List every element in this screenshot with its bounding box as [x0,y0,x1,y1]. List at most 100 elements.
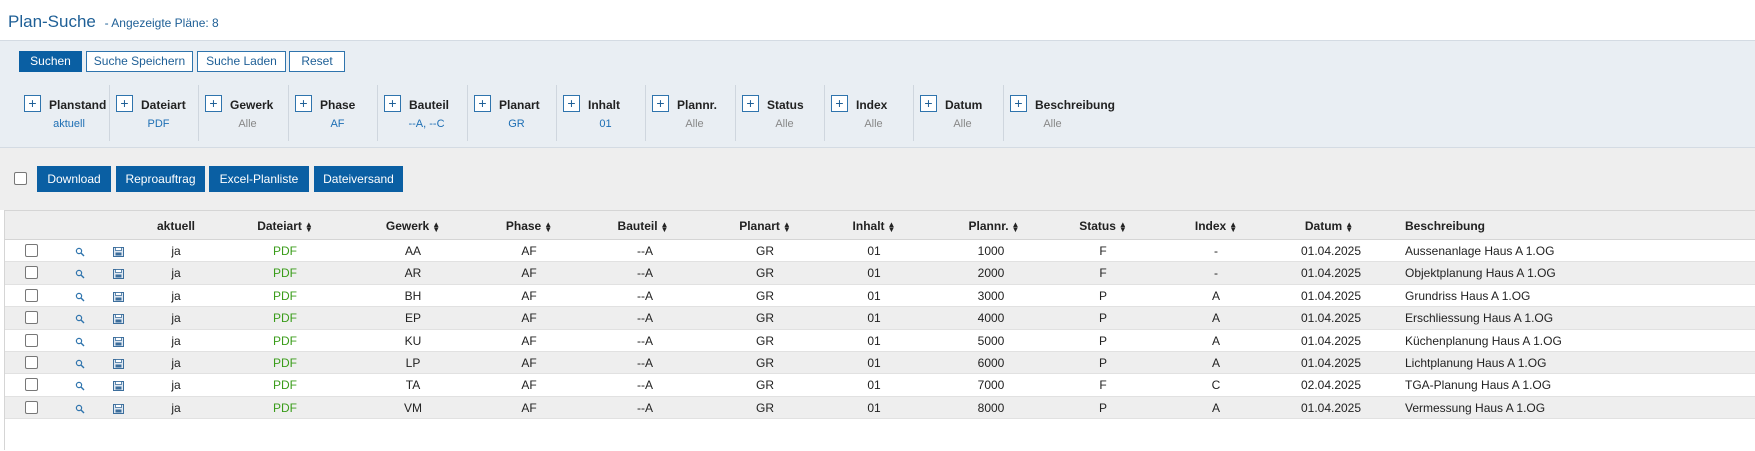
filter-10[interactable]: + Datum Alle [913,85,1003,141]
floppy-disk-icon[interactable] [113,336,124,347]
select-all-checkbox[interactable] [14,172,27,185]
table-row[interactable]: ja PDF AR AF --A GR 01 2000 F - 01.04.2025 Objektpl… [5,262,1755,285]
magnifier-icon[interactable] [75,246,85,257]
load-search-button[interactable]: Suche Laden [197,51,286,72]
row-checkbox[interactable] [25,288,38,302]
table-row[interactable]: ja PDF BH AF --A GR 01 3000 P A 01.04.2025 Grundris… [5,285,1755,308]
sort-arrows-icon[interactable]: ▲ ▼ [888,220,896,233]
filter-value[interactable]: Alle [831,118,916,130]
filter-6[interactable]: + Inhalt 01 [556,85,645,141]
filter-value[interactable]: 01 [563,118,648,130]
table-row[interactable]: ja PDF KU AF --A GR 01 5000 P A 01.04.2025 Küchenpl… [5,330,1755,352]
sort-arrows-icon[interactable]: ▲ ▼ [544,220,552,233]
filter-expand-icon[interactable]: + [205,95,222,112]
excel-planliste-button[interactable]: Excel-Planliste [209,166,309,192]
row-checkbox[interactable] [25,244,38,257]
download-button[interactable]: Download [37,166,111,192]
filter-1[interactable]: + Dateiart PDF [109,85,198,141]
sort-arrows-icon[interactable]: ▲ ▼ [1012,220,1020,233]
table-row[interactable]: ja PDF AA AF --A GR 01 1000 F - 01.04.2025 Aussenan… [5,240,1755,263]
magnifier-icon[interactable] [75,291,85,302]
column-header[interactable]: Planart ▲ ▼ [739,219,791,233]
cell-bauteil: --A [637,311,653,326]
filter-expand-icon[interactable]: + [295,95,312,112]
column-header[interactable]: Inhalt ▲ ▼ [853,219,896,233]
filter-expand-icon[interactable]: + [384,95,401,112]
column-header[interactable]: Phase ▲ ▼ [506,219,552,233]
reset-button[interactable]: Reset [289,51,345,72]
row-checkbox[interactable] [25,333,38,347]
sort-arrows-icon[interactable]: ▲ ▼ [1345,220,1353,233]
filter-expand-icon[interactable]: + [920,95,937,112]
sort-arrows-icon[interactable]: ▲ ▼ [432,220,440,233]
table-row[interactable]: ja PDF TA AF --A GR 01 7000 F C 02.04.2025 TGA-Plan… [5,374,1755,397]
save-search-button[interactable]: Suche Speichern [86,51,193,72]
dateiversand-button[interactable]: Dateiversand [314,166,403,192]
column-header[interactable]: Index ▲ ▼ [1195,219,1237,233]
column-header[interactable]: Bauteil ▲ ▼ [618,219,669,233]
filter-expand-icon[interactable]: + [24,95,41,112]
filter-5[interactable]: + Planart GR [467,85,556,141]
magnifier-icon[interactable] [75,268,85,279]
row-checkbox[interactable] [25,311,38,325]
floppy-disk-icon[interactable] [113,246,124,257]
filter-8[interactable]: + Status Alle [735,85,824,141]
column-header[interactable]: Gewerk ▲ ▼ [386,219,440,233]
floppy-disk-icon[interactable] [113,291,124,302]
filter-value[interactable]: Alle [205,118,290,130]
filter-11[interactable]: + Beschreibung Alle [1003,85,1123,141]
filter-4[interactable]: + Bauteil --A, --C [377,85,467,141]
filter-expand-icon[interactable]: + [116,95,133,112]
floppy-disk-icon[interactable] [113,268,124,280]
filter-value[interactable]: Alle [652,118,737,130]
magnifier-icon[interactable] [75,336,85,347]
column-header[interactable]: Status ▲ ▼ [1079,219,1127,233]
floppy-disk-icon[interactable] [113,313,124,325]
filter-3[interactable]: + Phase AF [288,85,377,141]
filter-value[interactable]: Alle [742,118,827,130]
filter-value[interactable]: --A, --C [384,118,469,130]
filter-value[interactable]: Alle [1010,118,1095,130]
filter-7[interactable]: + Plannr. Alle [645,85,735,141]
filter-value[interactable]: PDF [116,118,201,130]
floppy-disk-icon[interactable] [113,358,124,369]
magnifier-icon[interactable] [75,380,85,391]
magnifier-icon[interactable] [75,358,85,369]
column-header[interactable]: Plannr. ▲ ▼ [969,219,1020,233]
filter-expand-icon[interactable]: + [742,95,759,112]
row-checkbox[interactable] [25,400,38,414]
filter-expand-icon[interactable]: + [563,95,580,112]
sort-arrows-icon[interactable]: ▲ ▼ [661,220,669,233]
filter-value[interactable]: GR [474,118,559,130]
row-checkbox[interactable] [25,378,38,392]
table-row[interactable]: ja PDF LP AF --A GR 01 6000 P A 01.04.2025 Lichtpla… [5,352,1755,375]
table-row[interactable]: ja PDF EP AF --A GR 01 4000 P A 01.04.2025 Erschlie… [5,307,1755,330]
row-checkbox[interactable] [25,266,38,280]
filter-value[interactable]: AF [295,118,380,130]
row-checkbox[interactable] [25,356,38,369]
search-button[interactable]: Suchen [19,51,82,72]
sort-arrows-icon[interactable]: ▲ ▼ [783,220,791,233]
filter-9[interactable]: + Index Alle [824,85,913,141]
cell-gewerk: LP [405,356,421,370]
floppy-disk-icon[interactable] [113,380,124,392]
filter-value[interactable]: Alle [920,118,1005,130]
sort-arrows-icon[interactable]: ▲ ▼ [1119,220,1127,233]
cell-aktuell: ja [171,400,181,415]
sort-arrows-icon[interactable]: ▲ ▼ [305,220,313,233]
reproauftrag-button[interactable]: Reproauftrag [116,166,205,192]
floppy-disk-icon[interactable] [113,403,124,414]
filter-value[interactable]: aktuell [24,118,114,130]
filter-0[interactable]: + Planstand aktuell [24,85,115,141]
magnifier-icon[interactable] [75,403,85,414]
filter-expand-icon[interactable]: + [831,95,848,112]
filter-expand-icon[interactable]: + [474,95,491,112]
magnifier-icon[interactable] [75,313,85,324]
table-row[interactable]: ja PDF VM AF --A GR 01 8000 P A 01.04.2025 Vermessu… [5,396,1755,420]
sort-arrows-icon[interactable]: ▲ ▼ [1229,220,1237,233]
column-header[interactable]: Dateiart ▲ ▼ [257,219,313,233]
filter-expand-icon[interactable]: + [1010,95,1027,112]
column-header[interactable]: Datum ▲ ▼ [1305,219,1353,233]
filter-expand-icon[interactable]: + [652,95,669,112]
filter-2[interactable]: + Gewerk Alle [198,85,288,141]
